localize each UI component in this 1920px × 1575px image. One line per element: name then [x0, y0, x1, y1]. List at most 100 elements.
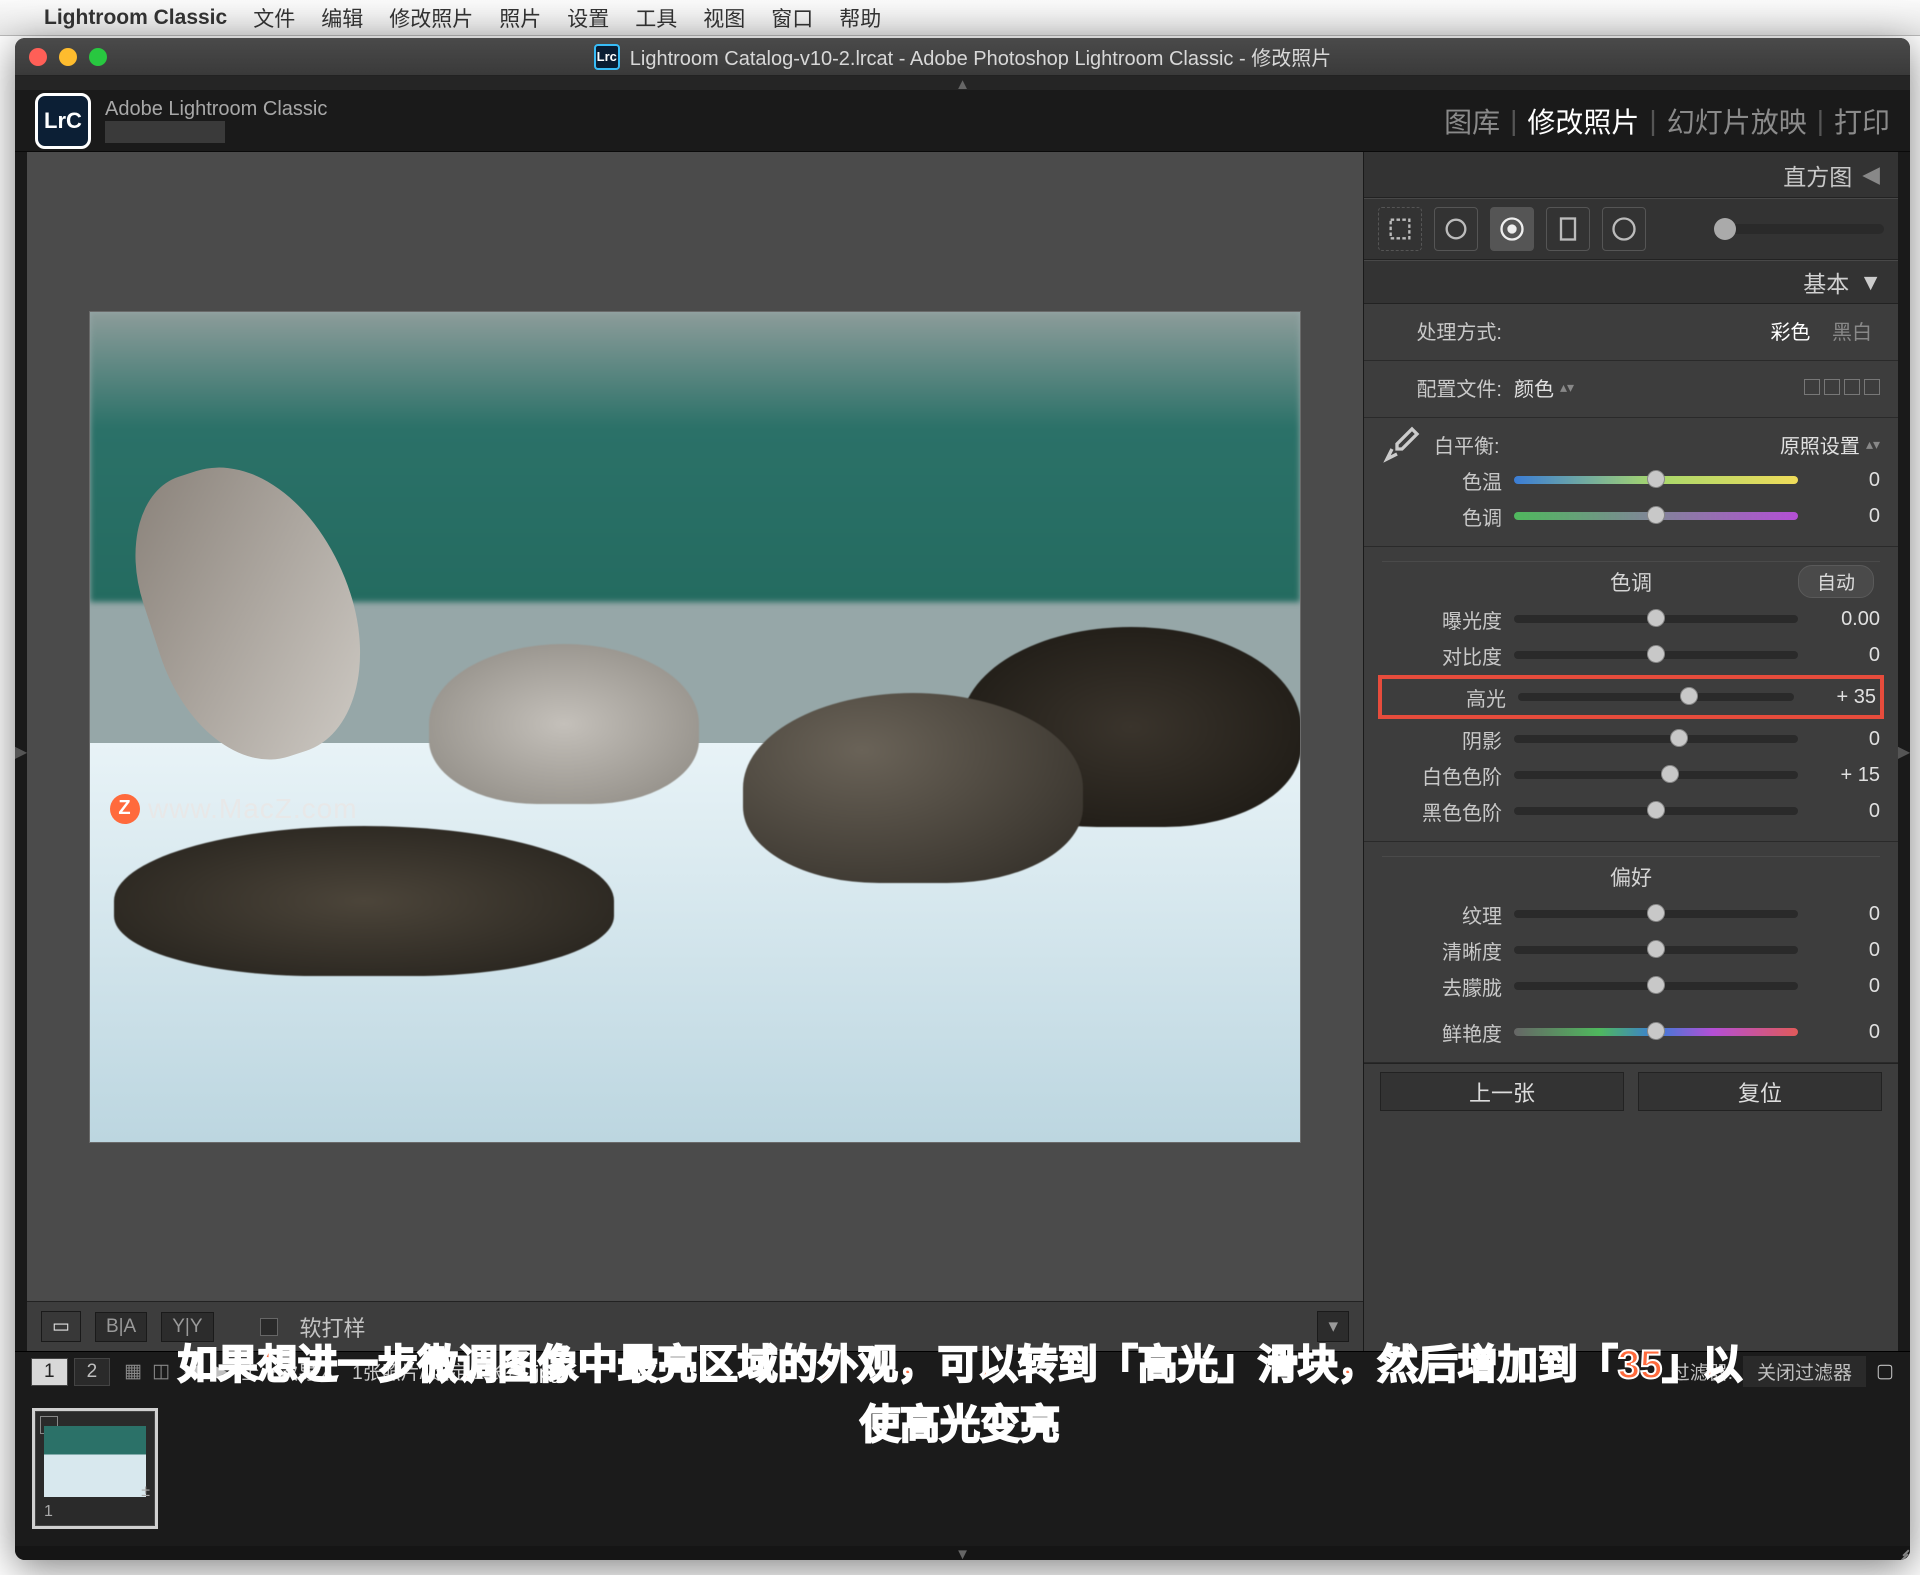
- eyedropper-icon[interactable]: [1382, 424, 1422, 464]
- profile-dropdown[interactable]: 颜色▴▾: [1514, 373, 1574, 402]
- shadows-slider[interactable]: [1514, 735, 1798, 743]
- path-count: 1张照片/ 选定 1张 /: [352, 1363, 514, 1384]
- spot-tool-icon[interactable]: [1434, 207, 1478, 251]
- compare-icon[interactable]: ◫: [152, 1360, 170, 1383]
- tint-label: 色调: [1382, 502, 1502, 531]
- whites-label: 白色色阶: [1382, 761, 1502, 790]
- app-name-menu[interactable]: Lightroom Classic: [44, 6, 227, 30]
- highlights-value[interactable]: + 35: [1806, 686, 1876, 709]
- texture-value[interactable]: 0: [1810, 903, 1880, 926]
- treatment-bw[interactable]: 黑白: [1824, 320, 1880, 346]
- wb-dropdown[interactable]: 原照设置▴▾: [1780, 430, 1880, 459]
- tint-slider[interactable]: [1514, 512, 1798, 520]
- menu-photo[interactable]: 照片: [499, 3, 541, 33]
- menu-edit[interactable]: 编辑: [321, 3, 363, 33]
- menu-settings[interactable]: 设置: [567, 3, 609, 33]
- reset-button[interactable]: 复位: [1638, 1072, 1882, 1111]
- module-library[interactable]: 图库: [1444, 101, 1500, 141]
- exposure-value[interactable]: 0.00: [1810, 608, 1880, 631]
- whites-slider[interactable]: [1514, 771, 1798, 779]
- path-source[interactable]: 上一次导入: [241, 1363, 336, 1384]
- window-maximize-button[interactable]: [89, 48, 107, 66]
- menu-help[interactable]: 帮助: [839, 3, 881, 33]
- softproof-checkbox[interactable]: [260, 1318, 278, 1336]
- redeye-tool-icon[interactable]: [1490, 207, 1534, 251]
- window-resize-handle[interactable]: [1890, 1540, 1910, 1560]
- photo-preview[interactable]: Zwww.MacZ.com: [90, 312, 1300, 1142]
- shadows-value[interactable]: 0: [1810, 728, 1880, 751]
- menu-develop[interactable]: 修改照片: [389, 3, 473, 33]
- temp-value[interactable]: 0: [1810, 469, 1880, 492]
- auto-tone-button[interactable]: 自动: [1798, 565, 1874, 598]
- texture-slider[interactable]: [1514, 910, 1798, 918]
- treatment-color[interactable]: 彩色: [1762, 320, 1818, 346]
- filter-dropdown[interactable]: 关闭过滤器: [1743, 1356, 1866, 1387]
- monitor-2-button[interactable]: 2: [74, 1358, 111, 1386]
- loupe-view-button[interactable]: ▭: [41, 1311, 81, 1342]
- softproof-label: 软打样: [300, 1311, 366, 1343]
- before-after-button[interactable]: B|A: [95, 1312, 147, 1342]
- grid-icon[interactable]: ▦: [124, 1360, 142, 1383]
- blacks-slider[interactable]: [1514, 807, 1798, 815]
- left-panel-expand[interactable]: ▶: [15, 152, 27, 1351]
- macos-menubar: Lightroom Classic 文件 编辑 修改照片 照片 设置 工具 视图…: [0, 0, 1920, 36]
- crop-tool-icon[interactable]: [1378, 207, 1422, 251]
- basic-panel-header[interactable]: 基本▼: [1364, 260, 1898, 304]
- whites-value[interactable]: + 15: [1810, 764, 1880, 787]
- vibrance-label: 鲜艳度: [1382, 1018, 1502, 1047]
- menu-window[interactable]: 窗口: [771, 3, 813, 33]
- module-develop[interactable]: 修改照片: [1527, 101, 1639, 141]
- clarity-label: 清晰度: [1382, 936, 1502, 965]
- top-panel-collapse[interactable]: ▲: [15, 76, 1910, 90]
- wb-label: 白平衡:: [1434, 430, 1500, 459]
- filmstrip[interactable]: ± 1: [15, 1391, 1910, 1546]
- filter-lock-icon[interactable]: ▢: [1876, 1360, 1894, 1383]
- lrc-icon: Lrc: [594, 44, 620, 70]
- tool-size-slider[interactable]: [1714, 224, 1884, 234]
- menu-tools[interactable]: 工具: [635, 3, 677, 33]
- menu-view[interactable]: 视图: [703, 3, 745, 33]
- blacks-label: 黑色色阶: [1382, 797, 1502, 826]
- clarity-slider[interactable]: [1514, 946, 1798, 954]
- bottom-panel-collapse[interactable]: ▼: [15, 1546, 1910, 1560]
- profile-label: 配置文件:: [1382, 373, 1502, 402]
- identity-sublabel: [105, 121, 225, 143]
- toolbar-dropdown[interactable]: ▾: [1317, 1311, 1349, 1342]
- window-minimize-button[interactable]: [59, 48, 77, 66]
- nav-fwd-icon[interactable]: ▶: [213, 1360, 228, 1383]
- module-print[interactable]: 打印: [1834, 101, 1890, 141]
- gradient-tool-icon[interactable]: [1546, 207, 1590, 251]
- nav-back-icon[interactable]: ◀: [184, 1360, 199, 1383]
- window-close-button[interactable]: [29, 48, 47, 66]
- window-title: Lightroom Catalog-v10-2.lrcat - Adobe Ph…: [630, 42, 1331, 71]
- module-slideshow[interactable]: 幻灯片放映: [1667, 101, 1807, 141]
- contrast-value[interactable]: 0: [1810, 644, 1880, 667]
- tint-value[interactable]: 0: [1810, 505, 1880, 528]
- histogram-header[interactable]: 直方图◀: [1364, 152, 1898, 198]
- radial-tool-icon[interactable]: [1602, 207, 1646, 251]
- vibrance-slider[interactable]: [1514, 1028, 1798, 1036]
- filter-bar: 1 2 ▦ ◫ ◀ ▶ 上一次导入 1张照片/ 选定 1张 / 1.jpg ▾ …: [15, 1351, 1910, 1391]
- titlebar: Lrc Lightroom Catalog-v10-2.lrcat - Adob…: [15, 38, 1910, 76]
- watermark: Zwww.MacZ.com: [110, 793, 358, 825]
- dehaze-value[interactable]: 0: [1810, 975, 1880, 998]
- clarity-value[interactable]: 0: [1810, 939, 1880, 962]
- canvas-toolbar: ▭ B|A Y|Y 软打样 ▾: [27, 1301, 1363, 1351]
- profile-grid-icon[interactable]: [1804, 379, 1880, 395]
- exposure-slider[interactable]: [1514, 615, 1798, 623]
- contrast-slider[interactable]: [1514, 651, 1798, 659]
- temp-slider[interactable]: [1514, 476, 1798, 484]
- path-dropdown-icon[interactable]: ▾: [565, 1363, 575, 1384]
- menu-file[interactable]: 文件: [253, 3, 295, 33]
- thumbnail-1[interactable]: ± 1: [35, 1411, 155, 1526]
- canvas[interactable]: Zwww.MacZ.com: [27, 152, 1363, 1301]
- compare-yy-button[interactable]: Y|Y: [161, 1312, 213, 1342]
- highlights-slider[interactable]: [1518, 693, 1794, 701]
- dehaze-slider[interactable]: [1514, 982, 1798, 990]
- prev-photo-button[interactable]: 上一张: [1380, 1072, 1624, 1111]
- blacks-value[interactable]: 0: [1810, 800, 1880, 823]
- develop-panel: 直方图◀ 基本▼ 处理方式: 彩色 黑白: [1363, 152, 1898, 1351]
- right-panel-expand[interactable]: ▶: [1898, 152, 1910, 1351]
- vibrance-value[interactable]: 0: [1810, 1021, 1880, 1044]
- monitor-1-button[interactable]: 1: [31, 1358, 68, 1386]
